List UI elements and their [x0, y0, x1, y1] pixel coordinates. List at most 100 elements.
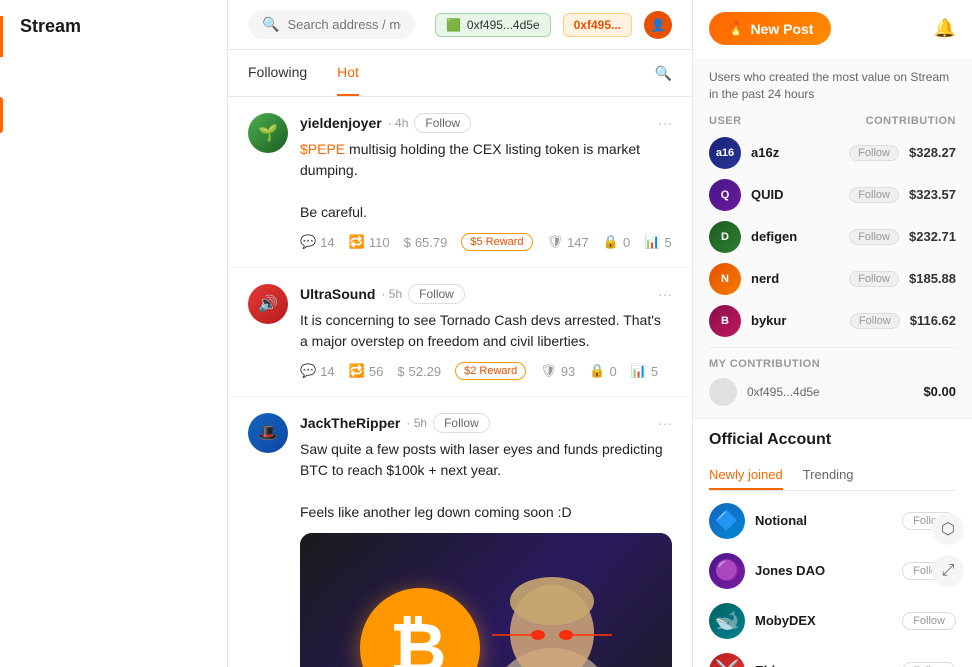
user-col-header: USER: [709, 115, 742, 127]
contrib-row-bykur: B bykur Follow $116.62: [709, 305, 956, 337]
my-contribution-amount: $0.00: [923, 384, 956, 399]
post-3-username: JackTheRipper: [300, 415, 400, 431]
post-1-follow-btn[interactable]: Follow: [414, 113, 471, 133]
contrib-amount-a16z: $328.27: [909, 145, 956, 160]
contrib-name-defigen: defigen: [751, 229, 835, 244]
contrib-amount-quid: $323.57: [909, 187, 956, 202]
right-sidebar: 🔥 New Post 🔔 Users who created the most …: [692, 0, 972, 667]
contribution-col-header: CONTRIBUTION: [866, 115, 956, 127]
tab-hot[interactable]: Hot: [337, 50, 359, 96]
post-2-reward[interactable]: $2 Reward: [455, 362, 526, 380]
contrib-avatar-quid: Q: [709, 179, 741, 211]
new-post-label: New Post: [750, 21, 813, 37]
bitcoin-symbol: ₿: [389, 613, 446, 667]
contrib-amount-bykur: $116.62: [910, 313, 956, 328]
user-avatar[interactable]: 👤: [644, 11, 672, 39]
official-follow-eldarune[interactable]: Follow: [902, 662, 956, 667]
contrib-follow-a16z[interactable]: Follow: [849, 145, 899, 161]
post-2-actions: 💬 14 🔁 56 $ 52.29 $2 Reward 🛡 93 🔒 0 📊 5: [300, 362, 672, 380]
official-follow-moby-dex[interactable]: Follow: [902, 612, 956, 630]
wallet-badge-green[interactable]: 🟩 0xf495...4d5e: [435, 13, 551, 37]
wallet-address-orange: 0xf495...: [574, 18, 621, 32]
expand-icon[interactable]: ⤢: [932, 555, 964, 587]
post-1-reward[interactable]: $5 Reward: [461, 233, 532, 251]
post-1-bars[interactable]: 📊 5: [644, 234, 671, 250]
contrib-follow-quid[interactable]: Follow: [849, 187, 899, 203]
active-indicator: [0, 97, 3, 133]
post-1-amount[interactable]: $ 65.79: [404, 235, 448, 250]
official-tab-trending[interactable]: Trending: [803, 461, 854, 490]
contrib-amount-nerd: $185.88: [909, 271, 956, 286]
feed-tabs: Following Hot 🔍: [228, 50, 692, 97]
post-1-comment[interactable]: 💬 14: [300, 234, 335, 250]
post-1-likes[interactable]: 🛡 147: [547, 234, 589, 250]
contrib-avatar-nerd: N: [709, 263, 741, 295]
my-contribution-row: 0xf495...4d5e $0.00: [709, 378, 956, 406]
contrib-follow-defigen[interactable]: Follow: [849, 229, 899, 245]
post-1-content: $PEPE multisig holding the CEX listing t…: [300, 139, 672, 223]
post-1-avatar: 🌱: [248, 113, 288, 153]
post-1-time: · 4h: [388, 116, 409, 130]
share-icon[interactable]: ⬡: [932, 513, 964, 545]
official-name-jones-dao: Jones DAO: [755, 563, 892, 578]
post-2-time: · 5h: [381, 287, 402, 301]
post-3-header: JackTheRipper · 5h Follow ···: [300, 413, 672, 433]
post-2-shield[interactable]: 🔒 0: [589, 363, 616, 379]
my-contribution-avatar: [709, 378, 737, 406]
wallet-address-green: 0xf495...4d5e: [467, 18, 540, 32]
new-post-button[interactable]: 🔥 New Post: [709, 12, 831, 45]
post-3-body: JackTheRipper · 5h Follow ··· Saw quite …: [300, 413, 672, 667]
bitcoin-image: ₿: [300, 533, 672, 667]
header-right: 🟩 0xf495...4d5e 0xf495... 👤: [435, 11, 672, 39]
post-1-menu[interactable]: ···: [658, 115, 672, 131]
contribution-section: Users who created the most value on Stre…: [693, 57, 972, 419]
post-2-content: It is concerning to see Tornado Cash dev…: [300, 310, 672, 352]
contrib-name-a16z: a16z: [751, 145, 835, 160]
mention-pepe: $PEPE: [300, 141, 345, 157]
my-contribution: MY CONTRIBUTION 0xf495...4d5e $0.00: [709, 347, 956, 406]
official-name-notional: Notional: [755, 513, 892, 528]
post-3-follow-btn[interactable]: Follow: [433, 413, 490, 433]
feed: 🌱 yieldenjoyer · 4h Follow ··· $PEPE mul…: [228, 97, 692, 667]
post-2-username: UltraSound: [300, 286, 375, 302]
official-avatar-notional: 🔷: [709, 503, 745, 539]
official-account-title: Official Account: [709, 431, 956, 449]
post-2-menu[interactable]: ···: [658, 286, 672, 302]
sidebar: Stream: [0, 0, 228, 667]
contrib-follow-nerd[interactable]: Follow: [849, 271, 899, 287]
post-1-shield[interactable]: 🔒 0: [603, 234, 630, 250]
right-sidebar-top: 🔥 New Post 🔔: [693, 0, 972, 57]
post-1: 🌱 yieldenjoyer · 4h Follow ··· $PEPE mul…: [228, 97, 692, 268]
post-2-retweet[interactable]: 🔁 56: [349, 363, 384, 379]
official-row-moby-dex: 🐋 MobyDEX Follow: [709, 603, 956, 639]
search-bar[interactable]: 🔍: [248, 10, 415, 39]
wallet-badge-orange[interactable]: 0xf495...: [563, 13, 632, 37]
feed-search-icon[interactable]: 🔍: [655, 65, 672, 82]
contrib-name-nerd: nerd: [751, 271, 835, 286]
bell-icon[interactable]: 🔔: [934, 18, 956, 39]
official-name-moby-dex: MobyDEX: [755, 613, 892, 628]
post-1-header: yieldenjoyer · 4h Follow ···: [300, 113, 672, 133]
post-3-content: Saw quite a few posts with laser eyes an…: [300, 439, 672, 523]
official-tab-newly-joined[interactable]: Newly joined: [709, 461, 783, 490]
contrib-name-bykur: bykur: [751, 313, 836, 328]
post-2-bars[interactable]: 📊 5: [631, 363, 658, 379]
search-input[interactable]: [287, 17, 401, 32]
post-2-likes[interactable]: 🛡 93: [540, 363, 575, 379]
contrib-row-quid: Q QUID Follow $323.57: [709, 179, 956, 211]
tab-following[interactable]: Following: [248, 50, 307, 96]
post-1-retweet[interactable]: 🔁 110: [349, 234, 390, 250]
official-account-tabs: Newly joined Trending: [709, 461, 956, 491]
post-2-follow-btn[interactable]: Follow: [408, 284, 465, 304]
contrib-follow-bykur[interactable]: Follow: [850, 313, 900, 329]
post-3-menu[interactable]: ···: [658, 415, 672, 431]
search-icon: 🔍: [262, 16, 279, 33]
official-name-eldarune: Eldarune: [755, 663, 892, 667]
post-2-comment[interactable]: 💬 14: [300, 363, 335, 379]
right-utils: ⬡ ⤢: [932, 513, 964, 587]
post-1-actions: 💬 14 🔁 110 $ 65.79 $5 Reward 🛡 147 🔒 0 📊…: [300, 233, 672, 251]
official-row-jones-dao: 🟣 Jones DAO Follow: [709, 553, 956, 589]
official-avatar-moby: 🐋: [709, 603, 745, 639]
post-2-amount[interactable]: $ 52.29: [397, 364, 441, 379]
sidebar-content: [0, 57, 227, 73]
